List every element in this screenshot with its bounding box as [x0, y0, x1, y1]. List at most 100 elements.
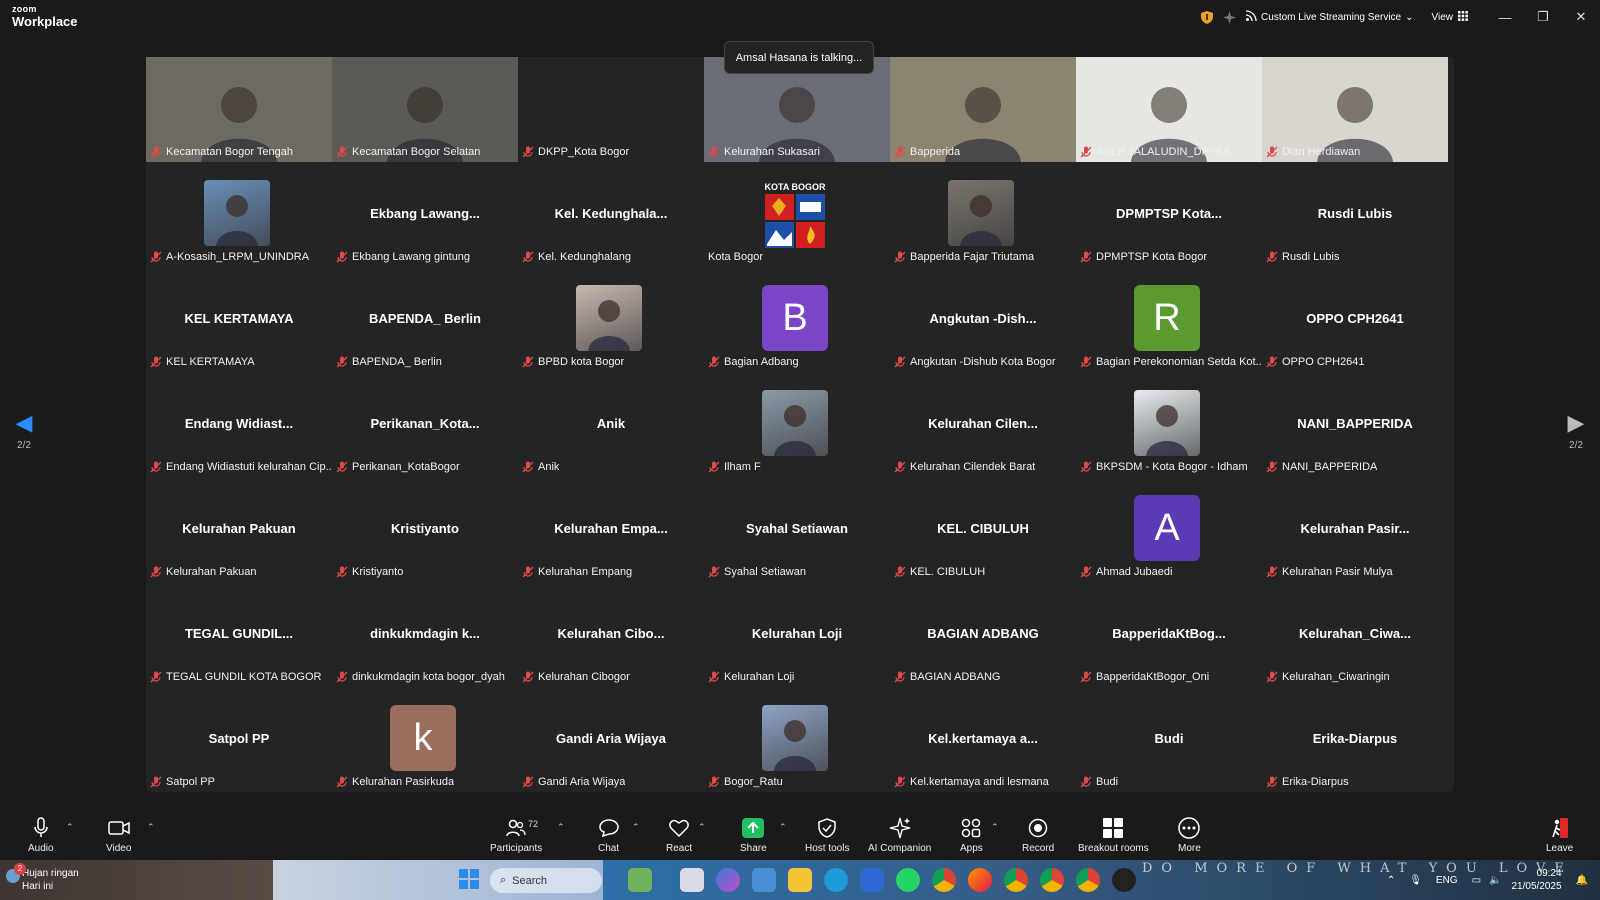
network-icon[interactable]: ▭: [1472, 875, 1481, 886]
video-options-caret[interactable]: ⌃: [147, 822, 155, 833]
participant-tile[interactable]: A-Kosasih_LRPM_UNINDRA: [146, 162, 332, 267]
participant-tile[interactable]: Kelurahan Cibo... Kelurahan Cibogor: [518, 582, 704, 687]
firefox-icon[interactable]: [968, 868, 992, 892]
participant-tile[interactable]: BapperidaKtBog... BapperidaKtBogor_Oni: [1076, 582, 1262, 687]
participant-tile[interactable]: Erika-Diarpus Erika-Diarpus: [1262, 687, 1448, 792]
participant-tile[interactable]: Kelurahan Pasir... Kelurahan Pasir Mulya: [1262, 477, 1448, 582]
audio-options-caret[interactable]: ⌃: [66, 822, 74, 833]
chrome-profile-icon[interactable]: [1004, 868, 1028, 892]
language-indicator[interactable]: ENG: [1436, 875, 1458, 886]
participant-tile[interactable]: Bapperida Fajar Triutama: [890, 162, 1076, 267]
participant-tile[interactable]: NANI_BAPPERIDA NANI_BAPPERIDA: [1262, 372, 1448, 477]
participant-tile[interactable]: Kecamatan Bogor Selatan: [332, 57, 518, 162]
participant-tile[interactable]: Budi Budi: [1076, 687, 1262, 792]
participant-tile[interactable]: Kelurahan Empa... Kelurahan Empang: [518, 477, 704, 582]
participant-tile[interactable]: Kecamatan Bogor Tengah: [146, 57, 332, 162]
participant-tile[interactable]: Kel.kertamaya a... Kel.kertamaya andi les…: [890, 687, 1076, 792]
file-explorer-icon[interactable]: [788, 868, 812, 892]
participant-tile[interactable]: TEGAL GUNDIL... TEGAL GUNDIL KOTA BOGOR: [146, 582, 332, 687]
participant-tile[interactable]: BAPENDA_ Berlin BAPENDA_ Berlin: [332, 267, 518, 372]
participants-options-caret[interactable]: ⌃: [557, 822, 565, 833]
participant-tile[interactable]: DPMPTSP Kota... DPMPTSP Kota Bogor: [1076, 162, 1262, 267]
chrome-icon[interactable]: [932, 868, 956, 892]
apps-options-caret[interactable]: ⌃: [991, 822, 999, 833]
taskbar-clock[interactable]: 09:24 21/05/2025: [1511, 867, 1561, 893]
weather-widget[interactable]: 2 Hujan ringan Hari ini: [6, 863, 79, 893]
host-tools-button[interactable]: Host tools: [805, 816, 849, 854]
zoom-app-icon[interactable]: [860, 868, 884, 892]
whatsapp-icon[interactable]: [896, 868, 920, 892]
media-player-icon[interactable]: [1112, 868, 1136, 892]
close-window-button[interactable]: ✕: [1562, 0, 1600, 34]
participant-tile[interactable]: Bapperida: [890, 57, 1076, 162]
chat-options-caret[interactable]: ⌃: [632, 822, 640, 833]
speaker-icon[interactable]: 🔈: [1489, 875, 1501, 886]
encryption-shield-icon[interactable]: [1196, 6, 1218, 28]
participant-tile[interactable]: Perikanan_Kota... Perikanan_KotaBogor: [332, 372, 518, 477]
participant-tile[interactable]: Kelurahan_Ciwa... Kelurahan_Ciwaringin: [1262, 582, 1448, 687]
participant-tile[interactable]: Anik Anik: [518, 372, 704, 477]
participant-tile[interactable]: Angkutan -Dish... Angkutan -Dishub Kota B…: [890, 267, 1076, 372]
arrow-right-icon[interactable]: ▶: [1562, 410, 1590, 436]
participant-tile[interactable]: Rusdi Lubis Rusdi Lubis: [1262, 162, 1448, 267]
participant-tile[interactable]: B Bagian Adbang: [704, 267, 890, 372]
participant-tile[interactable]: Kelurahan Pakuan Kelurahan Pakuan: [146, 477, 332, 582]
share-options-caret[interactable]: ⌃: [779, 822, 787, 833]
breakout-rooms-button[interactable]: Breakout rooms: [1078, 816, 1149, 854]
teams-icon[interactable]: [752, 868, 776, 892]
previous-page[interactable]: ◀ 2/2: [10, 410, 38, 451]
participant-tile[interactable]: A Ahmad Jubaedi: [1076, 477, 1262, 582]
participant-tile[interactable]: BPBD kota Bogor: [518, 267, 704, 372]
video-button[interactable]: Video: [106, 816, 131, 854]
participant-tile[interactable]: Bogor_Ratu: [704, 687, 890, 792]
participant-tile[interactable]: Kelurahan Cilen... Kelurahan Cilendek Bar…: [890, 372, 1076, 477]
chrome-profile-2-icon[interactable]: [1040, 868, 1064, 892]
participant-tile[interactable]: Kristiyanto Kristiyanto: [332, 477, 518, 582]
participant-tile[interactable]: R Bagian Perekonomian Setda Kot...: [1076, 267, 1262, 372]
chat-button[interactable]: Chat: [598, 816, 619, 854]
participant-tile[interactable]: OPPO CPH2641 OPPO CPH2641: [1262, 267, 1448, 372]
sparkle-icon[interactable]: [1218, 6, 1240, 28]
participant-tile[interactable]: Gandi Aria Wijaya Gandi Aria Wijaya: [518, 687, 704, 792]
participant-tile[interactable]: BKPSDM - Kota Bogor - Idham: [1076, 372, 1262, 477]
notification-bell-icon[interactable]: 🔔: [1576, 875, 1588, 886]
apps-button[interactable]: Apps: [960, 816, 983, 854]
widgets-fish-icon[interactable]: [628, 868, 652, 892]
next-page[interactable]: ▶ 2/2: [1562, 410, 1590, 451]
participant-tile[interactable]: BAGIAN ADBANG BAGIAN ADBANG: [890, 582, 1076, 687]
participant-tile[interactable]: ASEP JALALUDIN_DPPKB: [1076, 57, 1262, 162]
participant-tile[interactable]: DKPP_Kota Bogor: [518, 57, 704, 162]
microphone-tray-icon[interactable]: 🎙: [1409, 875, 1422, 886]
participant-tile[interactable]: KEL KERTAMAYA KEL KERTAMAYA: [146, 267, 332, 372]
participant-tile[interactable]: Ekbang Lawang... Ekbang Lawang gintung: [332, 162, 518, 267]
windows-start-icon[interactable]: [458, 868, 482, 892]
task-view-icon[interactable]: [680, 868, 704, 892]
live-stream-indicator[interactable]: Custom Live Streaming Service ⌄: [1245, 10, 1414, 24]
more-button[interactable]: More: [1178, 816, 1201, 854]
react-button[interactable]: React: [666, 816, 692, 854]
chrome-profile-3-icon[interactable]: [1076, 868, 1100, 892]
taskbar-search[interactable]: ⌕ Search: [490, 868, 602, 893]
record-button[interactable]: Record: [1022, 816, 1054, 854]
copilot-icon[interactable]: [716, 868, 740, 892]
minimize-button[interactable]: —: [1486, 0, 1524, 34]
ai-companion-button[interactable]: AI Companion: [868, 816, 931, 854]
audio-button[interactable]: Audio: [28, 816, 54, 854]
participant-tile[interactable]: Kel. Kedunghala... Kel. Kedunghalang: [518, 162, 704, 267]
participant-tile[interactable]: KOTA BOGOR Kota Bogor: [704, 162, 890, 267]
react-options-caret[interactable]: ⌃: [698, 822, 706, 833]
participant-tile[interactable]: Satpol PP Satpol PP: [146, 687, 332, 792]
participant-tile[interactable]: KEL. CIBULUH KEL. CIBULUH: [890, 477, 1076, 582]
participant-tile[interactable]: dinkukmdagin k... dinkukmdagin kota bogor…: [332, 582, 518, 687]
participant-tile[interactable]: Kelurahan Loji Kelurahan Loji: [704, 582, 890, 687]
edge-icon[interactable]: [824, 868, 848, 892]
restore-button[interactable]: ❐: [1524, 0, 1562, 34]
participant-tile[interactable]: Ilham F: [704, 372, 890, 477]
participant-tile[interactable]: k Kelurahan Pasirkuda: [332, 687, 518, 792]
participant-tile[interactable]: Syahal Setiawan Syahal Setiawan: [704, 477, 890, 582]
participant-tile[interactable]: Endang Widiast... Endang Widiastuti kelur…: [146, 372, 332, 477]
share-button[interactable]: Share: [740, 816, 767, 854]
view-button[interactable]: View: [1432, 10, 1469, 24]
chevron-up-icon[interactable]: ⌃: [1387, 875, 1395, 886]
arrow-left-icon[interactable]: ◀: [10, 410, 38, 436]
